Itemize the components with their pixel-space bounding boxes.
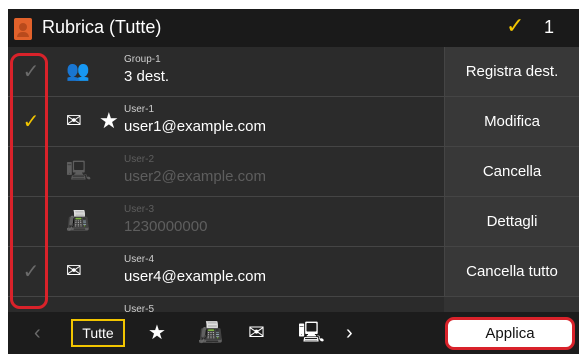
delete-button[interactable]: Cancella [444,147,579,197]
entry-value: user2@example.com [124,168,266,185]
chevron-left-icon[interactable]: ‹ [34,321,41,345]
entry-name: User-5 [124,304,155,312]
clear-all-button[interactable]: Cancella tutto [444,247,579,297]
list-item[interactable]: ✓ 👥 Group-1 3 dest. [8,47,444,97]
email-icon: ✉ [66,111,82,132]
email-filter-icon[interactable]: ✉ [248,321,265,345]
file-server-filter-icon[interactable]: 🖳 [298,321,325,345]
favorite-star-icon: ★ [99,108,119,133]
page-title: Rubrica (Tutte) [42,17,162,37]
list-item[interactable]: User-5 [8,297,444,312]
email-icon: ✉ [66,261,82,282]
header-bar: Rubrica (Tutte) ✓ 1 [8,9,579,47]
action-panel: Registra dest. Modifica Cancella Dettagl… [444,47,579,312]
favorites-star-icon[interactable]: ★ [148,321,166,345]
list-item[interactable]: ✓ ✉ ★ User-1 user1@example.com [8,97,444,147]
register-destination-button[interactable]: Registra dest. [444,47,579,97]
edit-button[interactable]: Modifica [444,97,579,147]
selected-count: 1 [544,17,555,37]
entry-name: Group-1 [124,54,161,65]
chevron-right-icon[interactable]: › [346,321,353,345]
entry-value: user4@example.com [124,268,266,285]
entry-value: user1@example.com [124,118,266,135]
entry-name: User-3 [124,204,155,215]
details-button[interactable]: Dettagli [444,197,579,247]
checkbox-column-highlight [10,53,48,309]
entry-value: 3 dest. [124,68,170,85]
fax-filter-icon[interactable]: 📠 [198,321,223,345]
group-icon: 👥 [66,61,90,82]
entry-value: 1230000000 [124,218,208,235]
address-book-icon [14,18,32,40]
destination-list: ✓ 👥 Group-1 3 dest. ✓ ✉ ★ User-1 user1@e… [8,47,444,312]
apply-button[interactable]: Applica [445,317,575,350]
file-server-icon: 🖳 [66,161,92,182]
list-item: 🖳 User-2 user2@example.com [8,147,444,197]
list-item: 📠 User-3 1230000000 [8,197,444,247]
tab-all[interactable]: Tutte [71,319,125,347]
list-item[interactable]: ✓ ✉ User-4 user4@example.com [8,247,444,297]
selected-check-icon: ✓ [506,13,525,38]
address-book-screen: Rubrica (Tutte) ✓ 1 ✓ 👥 Group-1 3 dest. … [8,9,579,354]
fax-icon: 📠 [66,211,90,232]
entry-name: User-4 [124,254,155,265]
entry-name: User-1 [124,104,155,115]
entry-name: User-2 [124,154,155,165]
bottom-bar: ‹ Tutte ★ 📠 ✉ 🖳 › Applica [8,312,579,354]
